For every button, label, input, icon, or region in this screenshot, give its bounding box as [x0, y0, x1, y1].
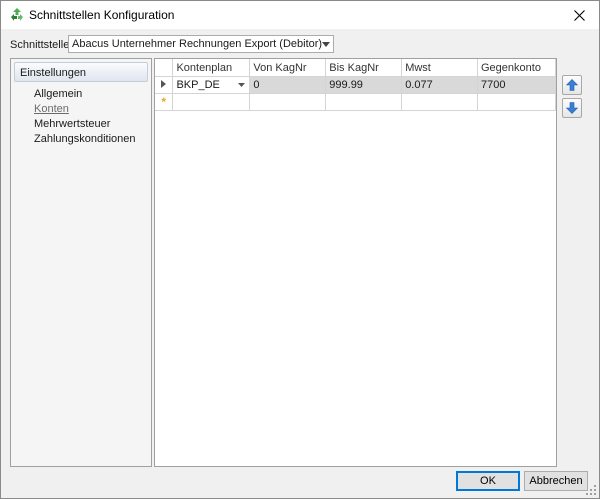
current-row-arrow-icon: [161, 79, 167, 88]
new-row[interactable]: *: [155, 93, 556, 111]
new-row-marker-icon: *: [161, 94, 167, 109]
cell-bis-kagnr[interactable]: 999.99: [325, 76, 403, 94]
row-indicator-header: [155, 59, 174, 77]
column-header-kontenplan[interactable]: Kontenplan: [172, 59, 251, 77]
cell-kontenplan-value: BKP_DE: [176, 78, 220, 91]
new-cell-bis-kagnr[interactable]: [325, 93, 403, 111]
cell-von-kagnr[interactable]: 0: [249, 76, 327, 94]
sidebar-item-zahlungskonditionen[interactable]: Zahlungskonditionen: [34, 133, 136, 145]
column-header-gegenkonto[interactable]: Gegenkonto: [477, 59, 556, 77]
sidebar-item-konten[interactable]: Konten: [34, 103, 69, 115]
grid-header-row: Kontenplan Von KagNr Bis KagNr Mwst Gege…: [155, 59, 556, 77]
dialog-window: Schnittstellen Konfiguration Schnittstel…: [0, 0, 600, 499]
window-title: Schnittstellen Konfiguration: [29, 8, 175, 22]
chevron-down-icon[interactable]: [238, 82, 246, 87]
resize-grip-icon[interactable]: [586, 485, 596, 495]
accounts-grid[interactable]: Kontenplan Von KagNr Bis KagNr Mwst Gege…: [154, 58, 557, 467]
row-indicator[interactable]: [155, 76, 174, 94]
new-cell-von-kagnr[interactable]: [249, 93, 327, 111]
arrow-up-icon: [566, 79, 578, 91]
new-row-indicator[interactable]: *: [155, 93, 174, 111]
interface-select[interactable]: Abacus Unternehmer Rechnungen Export (De…: [68, 35, 334, 53]
table-row[interactable]: BKP_DE 0 999.99 0.077 7700: [155, 76, 556, 94]
title-bar[interactable]: Schnittstellen Konfiguration: [1, 1, 599, 29]
settings-sidebar: Einstellungen Allgemein Konten Mehrwerts…: [10, 58, 152, 467]
chevron-down-icon: [322, 42, 330, 47]
new-cell-gegenkonto[interactable]: [477, 93, 556, 111]
cell-mwst[interactable]: 0.077: [401, 76, 478, 94]
sidebar-group-header[interactable]: Einstellungen: [14, 62, 148, 82]
sidebar-group-title: Einstellungen: [20, 67, 87, 79]
interface-select-value: Abacus Unternehmer Rechnungen Export (De…: [72, 38, 323, 50]
move-down-button[interactable]: [562, 98, 582, 118]
cell-gegenkonto[interactable]: 7700: [477, 76, 556, 94]
column-header-von-kagnr[interactable]: Von KagNr: [249, 59, 327, 77]
cell-kontenplan[interactable]: BKP_DE: [172, 76, 251, 94]
sidebar-item-allgemein[interactable]: Allgemein: [34, 88, 82, 100]
ok-button[interactable]: OK: [456, 471, 520, 491]
new-cell-mwst[interactable]: [401, 93, 478, 111]
close-button[interactable]: [559, 1, 599, 29]
move-up-button[interactable]: [562, 75, 582, 95]
column-header-bis-kagnr[interactable]: Bis KagNr: [325, 59, 403, 77]
new-cell-kontenplan[interactable]: [172, 93, 251, 111]
arrow-down-icon: [566, 102, 578, 114]
cancel-button[interactable]: Abbrechen: [524, 471, 588, 491]
sidebar-item-mehrwertsteuer[interactable]: Mehrwertsteuer: [34, 118, 110, 130]
recycle-arrows-icon: [11, 8, 23, 21]
accounts-table: Kontenplan Von KagNr Bis KagNr Mwst Gege…: [155, 59, 556, 111]
column-header-mwst[interactable]: Mwst: [401, 59, 478, 77]
interface-label: Schnittstelle: [10, 39, 70, 51]
close-icon: [573, 9, 585, 21]
